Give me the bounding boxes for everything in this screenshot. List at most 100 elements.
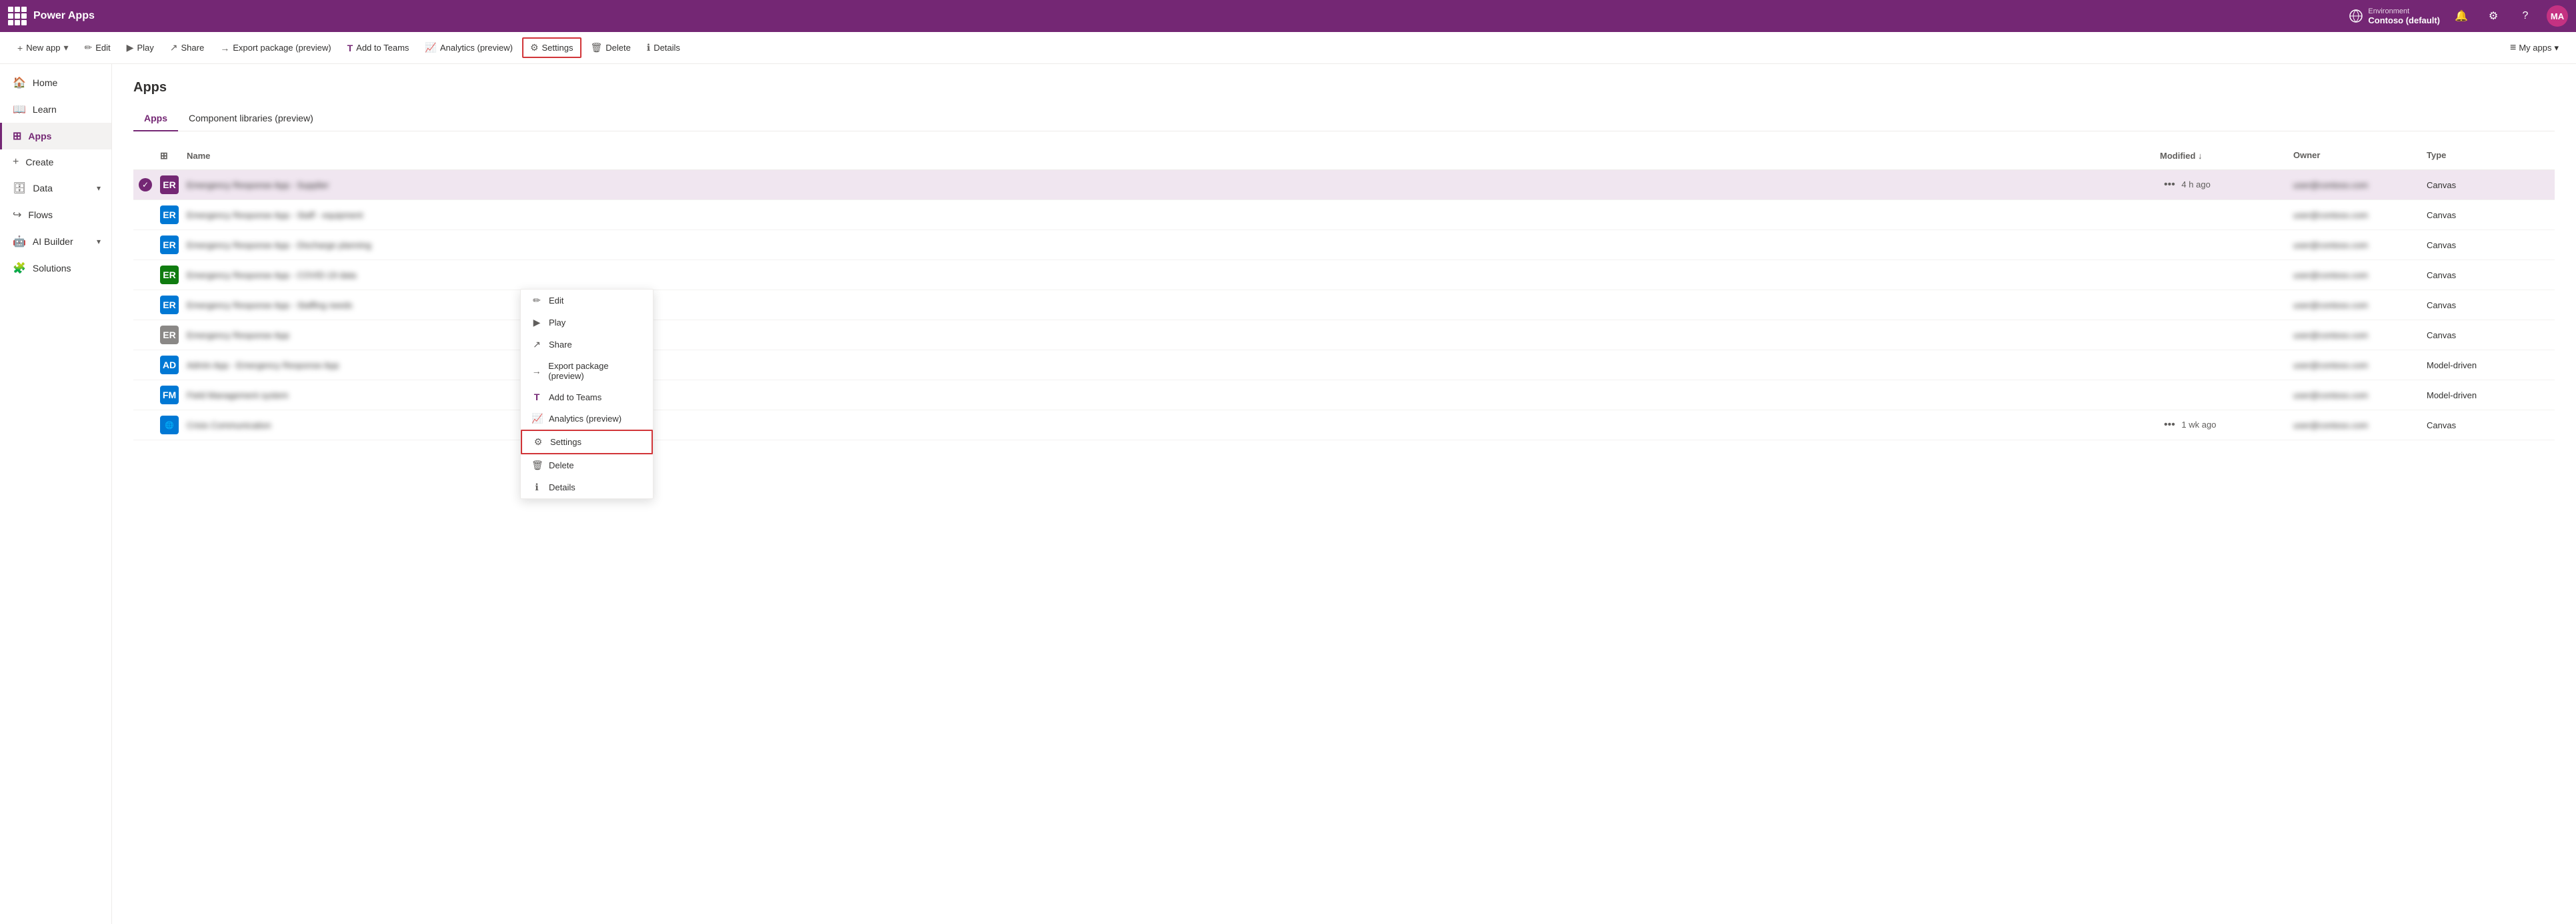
context-menu-analytics[interactable]: 📈 Analytics (preview): [521, 408, 653, 430]
context-menu-delete[interactable]: 🗑 Delete: [521, 454, 653, 476]
sidebar-item-solutions[interactable]: 🧩 Solutions: [0, 255, 111, 282]
share-icon: ↗: [170, 42, 178, 53]
data-chevron-icon: ▾: [97, 183, 101, 193]
context-menu: ✏ Edit ▶ Play ↗ Share → Export package (…: [520, 289, 654, 499]
table-row[interactable]: ER Emergency Response App - Staff - equi…: [133, 200, 2555, 230]
owner-cell: user@contoso.com: [2288, 298, 2421, 313]
table-row[interactable]: 🌐 Crisis Communication ••• 1 wk ago user…: [133, 410, 2555, 440]
owner-col-header: Owner: [2288, 147, 2421, 164]
icon-col-header: ⊞: [155, 147, 181, 164]
owner-cell: user@contoso.com: [2288, 328, 2421, 343]
export-button[interactable]: → Export package (preview): [213, 39, 337, 57]
sidebar-item-ai-builder[interactable]: 🤖 AI Builder ▾: [0, 228, 111, 255]
home-icon: 🏠: [13, 76, 26, 89]
analytics-button[interactable]: 📈 Analytics (preview): [418, 39, 519, 57]
app-icon: FM: [160, 386, 179, 404]
sidebar-item-flows[interactable]: ↪ Flows: [0, 201, 111, 228]
share-menu-icon: ↗: [531, 339, 542, 350]
my-apps-button[interactable]: ≡ My apps ▾: [2503, 39, 2565, 57]
page-title: Apps: [133, 80, 2555, 95]
table-row[interactable]: ER Emergency Response App - Staffing nee…: [133, 290, 2555, 320]
tab-component-libraries[interactable]: Component libraries (preview): [178, 106, 324, 131]
avatar[interactable]: MA: [2547, 5, 2568, 27]
toolbar-right: ≡ My apps ▾: [2503, 39, 2565, 57]
chevron-down-icon: ▾: [64, 42, 69, 53]
app-icon: AD: [160, 356, 179, 374]
context-menu-play[interactable]: ▶ Play: [521, 312, 653, 334]
name-cell: Emergency Response App - COVID-19 data: [181, 268, 2155, 283]
name-col-header[interactable]: Name: [181, 147, 2155, 164]
type-cell: Canvas: [2421, 298, 2555, 313]
check-icon: ✓: [139, 178, 152, 191]
icon-cell: ER: [155, 233, 181, 257]
owner-cell: user@contoso.com: [2288, 358, 2421, 373]
context-menu-edit[interactable]: ✏ Edit: [521, 290, 653, 312]
ai-chevron-icon: ▾: [97, 237, 101, 246]
name-cell: Emergency Response App: [181, 328, 2155, 343]
table-row[interactable]: ✓ ER Emergency Response App - Supplier •…: [133, 170, 2555, 200]
app-name: Emergency Response App - Staffing needs: [187, 300, 352, 310]
modified-col-header[interactable]: Modified ↓: [2155, 147, 2288, 164]
tab-apps[interactable]: Apps: [133, 106, 178, 131]
owner-cell: user@contoso.com: [2288, 207, 2421, 223]
table-row[interactable]: ER Emergency Response App - COVID-19 dat…: [133, 260, 2555, 290]
owner-cell: user@contoso.com: [2288, 418, 2421, 433]
type-cell: Model-driven: [2421, 388, 2555, 403]
app-name: Field Management system: [187, 390, 288, 400]
select-col-header: [133, 147, 155, 164]
modified-cell: [2155, 392, 2288, 398]
play-menu-icon: ▶: [531, 317, 542, 328]
context-menu-settings[interactable]: ⚙ Settings: [521, 430, 653, 454]
sidebar-item-label: Home: [33, 77, 57, 88]
table-header: ⊞ Name Modified ↓ Owner Type: [133, 142, 2555, 170]
modified-cell: [2155, 332, 2288, 338]
sidebar-item-home[interactable]: 🏠 Home: [0, 69, 111, 96]
app-icon: ER: [160, 326, 179, 344]
details-button[interactable]: ℹ Details: [640, 39, 687, 57]
waffle-icon[interactable]: [8, 7, 27, 25]
edit-icon: ✏: [85, 42, 93, 53]
sidebar-item-learn[interactable]: 📖 Learn: [0, 96, 111, 123]
create-icon: +: [13, 156, 19, 168]
topbar-logo: Power Apps: [8, 7, 2349, 25]
context-menu-add-to-teams[interactable]: T Add to Teams: [521, 386, 653, 408]
app-title: Power Apps: [33, 10, 95, 22]
type-cell: Canvas: [2421, 238, 2555, 253]
app-icon: ER: [160, 296, 179, 314]
settings-icon[interactable]: ⚙: [2483, 5, 2504, 27]
sidebar: 🏠 Home 📖 Learn ⊞ Apps + Create 🗄 Data ▾ …: [0, 64, 112, 924]
play-button[interactable]: ▶ Play: [120, 39, 161, 57]
solutions-icon: 🧩: [13, 262, 26, 275]
table-row[interactable]: FM Field Management system user@contoso.…: [133, 380, 2555, 410]
owner-cell: user@contoso.com: [2288, 238, 2421, 253]
context-menu-details[interactable]: ℹ Details: [521, 476, 653, 498]
sidebar-item-data[interactable]: 🗄 Data ▾: [0, 175, 111, 201]
delete-button[interactable]: 🗑 Delete: [584, 39, 637, 57]
settings-button[interactable]: ⚙ Settings: [522, 37, 581, 58]
sidebar-item-apps[interactable]: ⊞ Apps: [0, 123, 111, 149]
context-menu-export[interactable]: → Export package (preview): [521, 356, 653, 386]
table-row[interactable]: ER Emergency Response App user@contoso.c…: [133, 320, 2555, 350]
share-button[interactable]: ↗ Share: [163, 39, 211, 57]
add-to-teams-button[interactable]: T Add to Teams: [341, 39, 416, 57]
sidebar-item-label: Apps: [28, 131, 51, 141]
settings-menu-icon: ⚙: [533, 436, 543, 448]
more-options-button[interactable]: •••: [2160, 418, 2179, 432]
table-row[interactable]: ER Emergency Response App - Discharge pl…: [133, 230, 2555, 260]
play-icon: ▶: [127, 42, 134, 53]
table-row[interactable]: AD Admin App - Emergency Response App us…: [133, 350, 2555, 380]
teams-icon: T: [347, 43, 353, 53]
details-icon: ℹ: [647, 42, 650, 53]
select-cell: [133, 332, 155, 338]
more-options-button[interactable]: •••: [2160, 177, 2179, 192]
app-name: Emergency Response App - Supplier: [187, 180, 329, 190]
context-menu-share[interactable]: ↗ Share: [521, 334, 653, 356]
new-app-button[interactable]: + New app ▾: [11, 39, 75, 57]
help-icon[interactable]: ?: [2515, 5, 2536, 27]
details-menu-icon: ℹ: [531, 482, 542, 493]
edit-button[interactable]: ✏ Edit: [78, 39, 117, 57]
data-icon: 🗄: [13, 181, 26, 195]
owner-cell: user@contoso.com: [2288, 177, 2421, 193]
notifications-icon[interactable]: 🔔: [2451, 5, 2472, 27]
sidebar-item-create[interactable]: + Create: [0, 149, 111, 175]
